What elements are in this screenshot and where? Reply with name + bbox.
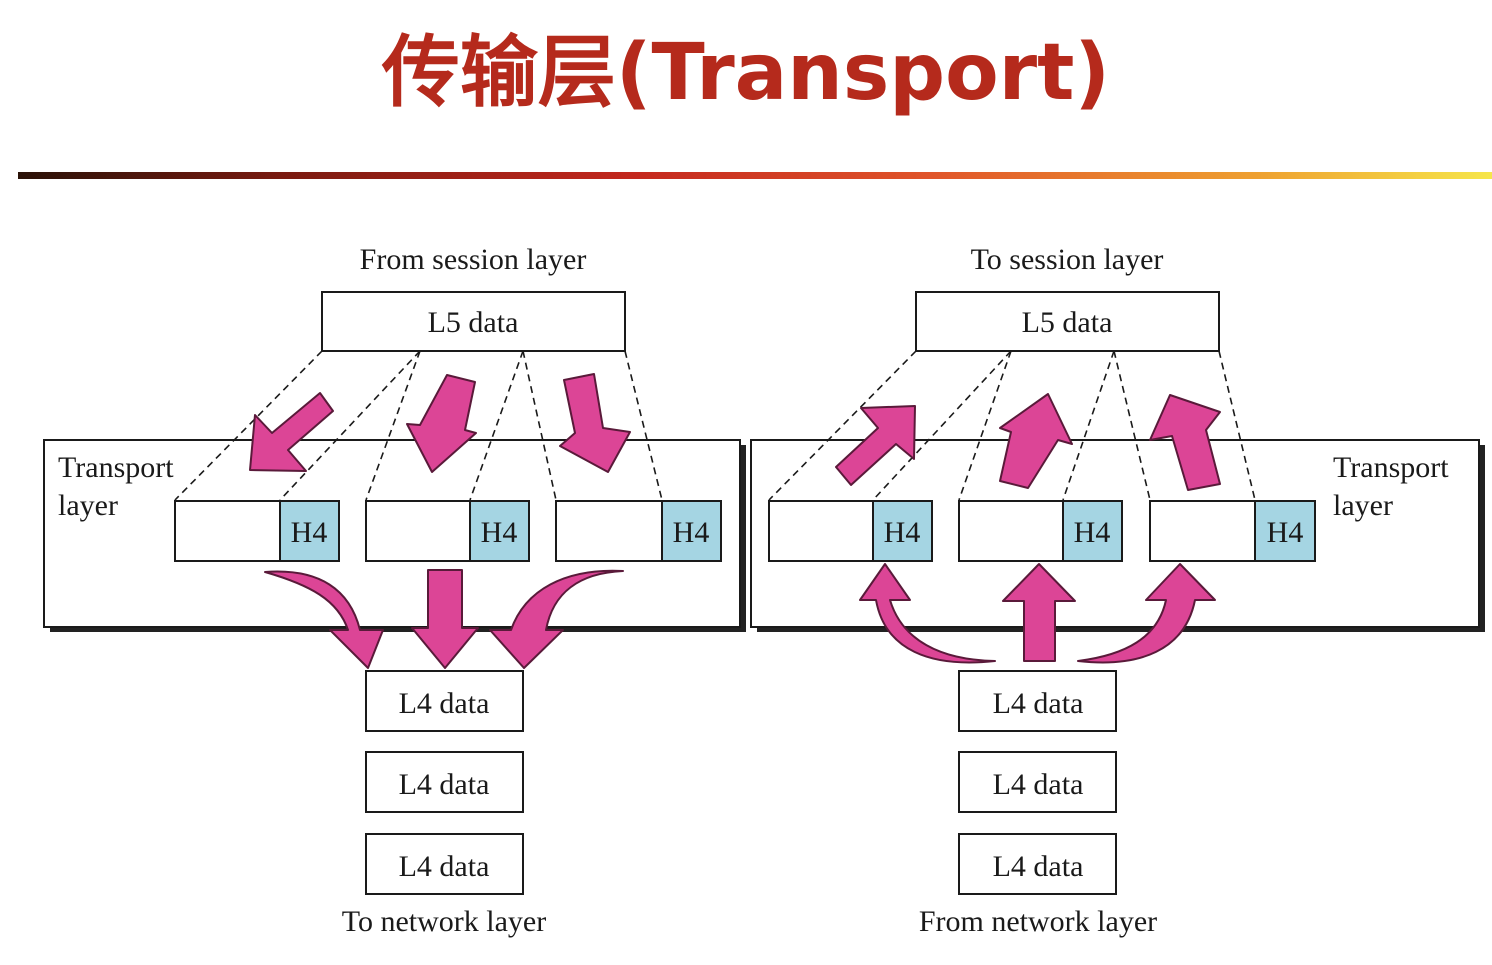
transport-layer-diagram: From session layer L5 data Transport lay…: [43, 243, 1485, 938]
left-l4-box-2: L4 data: [365, 751, 524, 813]
left-layer-label-line1: Transport: [58, 451, 174, 484]
header-h4: H4: [291, 516, 328, 549]
left-l5-box: L5 data: [321, 291, 626, 352]
right-l4-box-2: L4 data: [958, 751, 1117, 813]
l4-label: L4 data: [993, 850, 1084, 883]
right-panel: To session layer L5 data Transport layer: [750, 243, 1485, 938]
left-segment-3: H4: [555, 500, 722, 562]
right-segment-2: H4: [958, 500, 1123, 562]
right-l5-label: L5 data: [1022, 306, 1113, 339]
header-h4: H4: [481, 516, 518, 549]
left-l5-label: L5 data: [428, 306, 519, 339]
left-top-label: From session layer: [360, 243, 587, 276]
left-segment-2: H4: [365, 500, 530, 562]
right-segment-3: H4: [1149, 500, 1316, 562]
right-bottom-label: From network layer: [919, 905, 1157, 938]
header-h4: H4: [1267, 516, 1304, 549]
right-l4-box-1: L4 data: [958, 670, 1117, 732]
right-layer-label-line1: Transport: [1333, 451, 1449, 484]
l4-label: L4 data: [399, 768, 490, 801]
left-layer-label-line2: layer: [58, 489, 118, 522]
header-h4: H4: [1074, 516, 1111, 549]
l4-label: L4 data: [399, 687, 490, 720]
l4-label: L4 data: [993, 687, 1084, 720]
l4-label: L4 data: [399, 850, 490, 883]
header-h4: H4: [884, 516, 921, 549]
left-panel: From session layer L5 data Transport lay…: [43, 243, 746, 938]
left-l4-box-3: L4 data: [365, 833, 524, 895]
l4-label: L4 data: [993, 768, 1084, 801]
left-segment-1: H4: [174, 500, 340, 562]
left-l4-box-1: L4 data: [365, 670, 524, 732]
right-layer-label-line2: layer: [1333, 489, 1393, 522]
header-h4: H4: [673, 516, 710, 549]
right-l4-box-3: L4 data: [958, 833, 1117, 895]
right-l5-box: L5 data: [915, 291, 1220, 352]
right-top-label: To session layer: [971, 243, 1164, 276]
left-bottom-label: To network layer: [342, 905, 547, 938]
right-segment-1: H4: [768, 500, 933, 562]
